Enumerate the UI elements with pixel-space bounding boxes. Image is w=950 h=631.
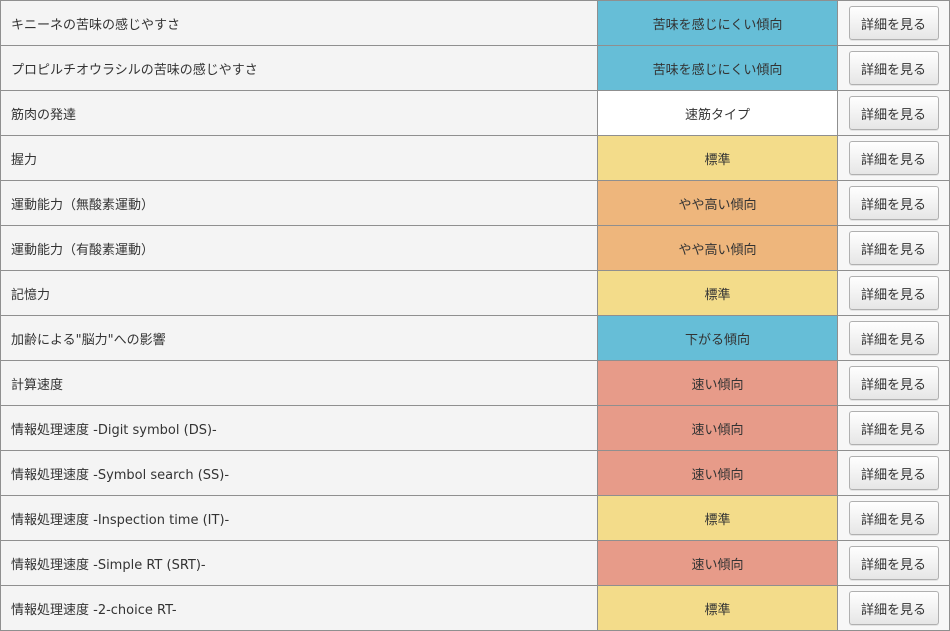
result-cell: やや高い傾向 (598, 181, 838, 225)
result-cell: 標準 (598, 136, 838, 180)
trait-label: 情報処理速度 -Digit symbol (DS)- (1, 406, 598, 450)
action-cell: 詳細を見る (838, 181, 950, 225)
view-details-button[interactable]: 詳細を見る (848, 51, 939, 85)
trait-label: 計算速度 (1, 361, 598, 405)
view-details-button[interactable]: 詳細を見る (848, 276, 939, 310)
table-row: 情報処理速度 -Digit symbol (DS)- 速い傾向 詳細を見る (1, 406, 950, 451)
view-details-button[interactable]: 詳細を見る (848, 6, 939, 40)
result-cell: 標準 (598, 586, 838, 630)
action-cell: 詳細を見る (838, 541, 950, 585)
action-cell: 詳細を見る (838, 451, 950, 495)
result-cell: 苦味を感じにくい傾向 (598, 1, 838, 45)
trait-label: キニーネの苦味の感じやすさ (1, 1, 598, 45)
results-table: キニーネの苦味の感じやすさ 苦味を感じにくい傾向 詳細を見る プロピルチオウラシ… (0, 0, 950, 631)
action-cell: 詳細を見る (838, 46, 950, 90)
action-cell: 詳細を見る (838, 406, 950, 450)
table-row: 計算速度 速い傾向 詳細を見る (1, 361, 950, 406)
view-details-button[interactable]: 詳細を見る (848, 96, 939, 130)
result-cell: 標準 (598, 496, 838, 540)
trait-label: 情報処理速度 -2-choice RT- (1, 586, 598, 630)
trait-label: 情報処理速度 -Inspection time (IT)- (1, 496, 598, 540)
table-row: プロピルチオウラシルの苦味の感じやすさ 苦味を感じにくい傾向 詳細を見る (1, 46, 950, 91)
action-cell: 詳細を見る (838, 136, 950, 180)
table-row: 情報処理速度 -Simple RT (SRT)- 速い傾向 詳細を見る (1, 541, 950, 586)
action-cell: 詳細を見る (838, 316, 950, 360)
view-details-button[interactable]: 詳細を見る (848, 186, 939, 220)
result-cell: 速い傾向 (598, 361, 838, 405)
trait-label: 運動能力（有酸素運動） (1, 226, 598, 270)
view-details-button[interactable]: 詳細を見る (848, 231, 939, 265)
result-cell: 速筋タイプ (598, 91, 838, 135)
table-row: 記憶力 標準 詳細を見る (1, 271, 950, 316)
view-details-button[interactable]: 詳細を見る (848, 366, 939, 400)
action-cell: 詳細を見る (838, 586, 950, 630)
table-row: 加齢による"脳力"への影響 下がる傾向 詳細を見る (1, 316, 950, 361)
action-cell: 詳細を見る (838, 361, 950, 405)
result-cell: 下がる傾向 (598, 316, 838, 360)
table-row: 筋肉の発達 速筋タイプ 詳細を見る (1, 91, 950, 136)
view-details-button[interactable]: 詳細を見る (848, 456, 939, 490)
view-details-button[interactable]: 詳細を見る (848, 591, 939, 625)
result-cell: 苦味を感じにくい傾向 (598, 46, 838, 90)
trait-label: 加齢による"脳力"への影響 (1, 316, 598, 360)
trait-label: 情報処理速度 -Symbol search (SS)- (1, 451, 598, 495)
result-cell: 標準 (598, 271, 838, 315)
view-details-button[interactable]: 詳細を見る (848, 501, 939, 535)
view-details-button[interactable]: 詳細を見る (848, 141, 939, 175)
trait-label: 運動能力（無酸素運動） (1, 181, 598, 225)
view-details-button[interactable]: 詳細を見る (848, 321, 939, 355)
trait-label: 握力 (1, 136, 598, 180)
result-cell: 速い傾向 (598, 451, 838, 495)
trait-label: 筋肉の発達 (1, 91, 598, 135)
table-row: 情報処理速度 -2-choice RT- 標準 詳細を見る (1, 586, 950, 631)
action-cell: 詳細を見る (838, 496, 950, 540)
result-cell: 速い傾向 (598, 406, 838, 450)
action-cell: 詳細を見る (838, 226, 950, 270)
action-cell: 詳細を見る (838, 91, 950, 135)
table-row: 情報処理速度 -Inspection time (IT)- 標準 詳細を見る (1, 496, 950, 541)
table-row: 運動能力（有酸素運動） やや高い傾向 詳細を見る (1, 226, 950, 271)
table-row: 情報処理速度 -Symbol search (SS)- 速い傾向 詳細を見る (1, 451, 950, 496)
result-cell: やや高い傾向 (598, 226, 838, 270)
action-cell: 詳細を見る (838, 271, 950, 315)
table-row: 握力 標準 詳細を見る (1, 136, 950, 181)
result-cell: 速い傾向 (598, 541, 838, 585)
action-cell: 詳細を見る (838, 1, 950, 45)
trait-label: プロピルチオウラシルの苦味の感じやすさ (1, 46, 598, 90)
view-details-button[interactable]: 詳細を見る (848, 546, 939, 580)
view-details-button[interactable]: 詳細を見る (848, 411, 939, 445)
trait-label: 情報処理速度 -Simple RT (SRT)- (1, 541, 598, 585)
table-row: キニーネの苦味の感じやすさ 苦味を感じにくい傾向 詳細を見る (1, 1, 950, 46)
table-row: 運動能力（無酸素運動） やや高い傾向 詳細を見る (1, 181, 950, 226)
trait-label: 記憶力 (1, 271, 598, 315)
